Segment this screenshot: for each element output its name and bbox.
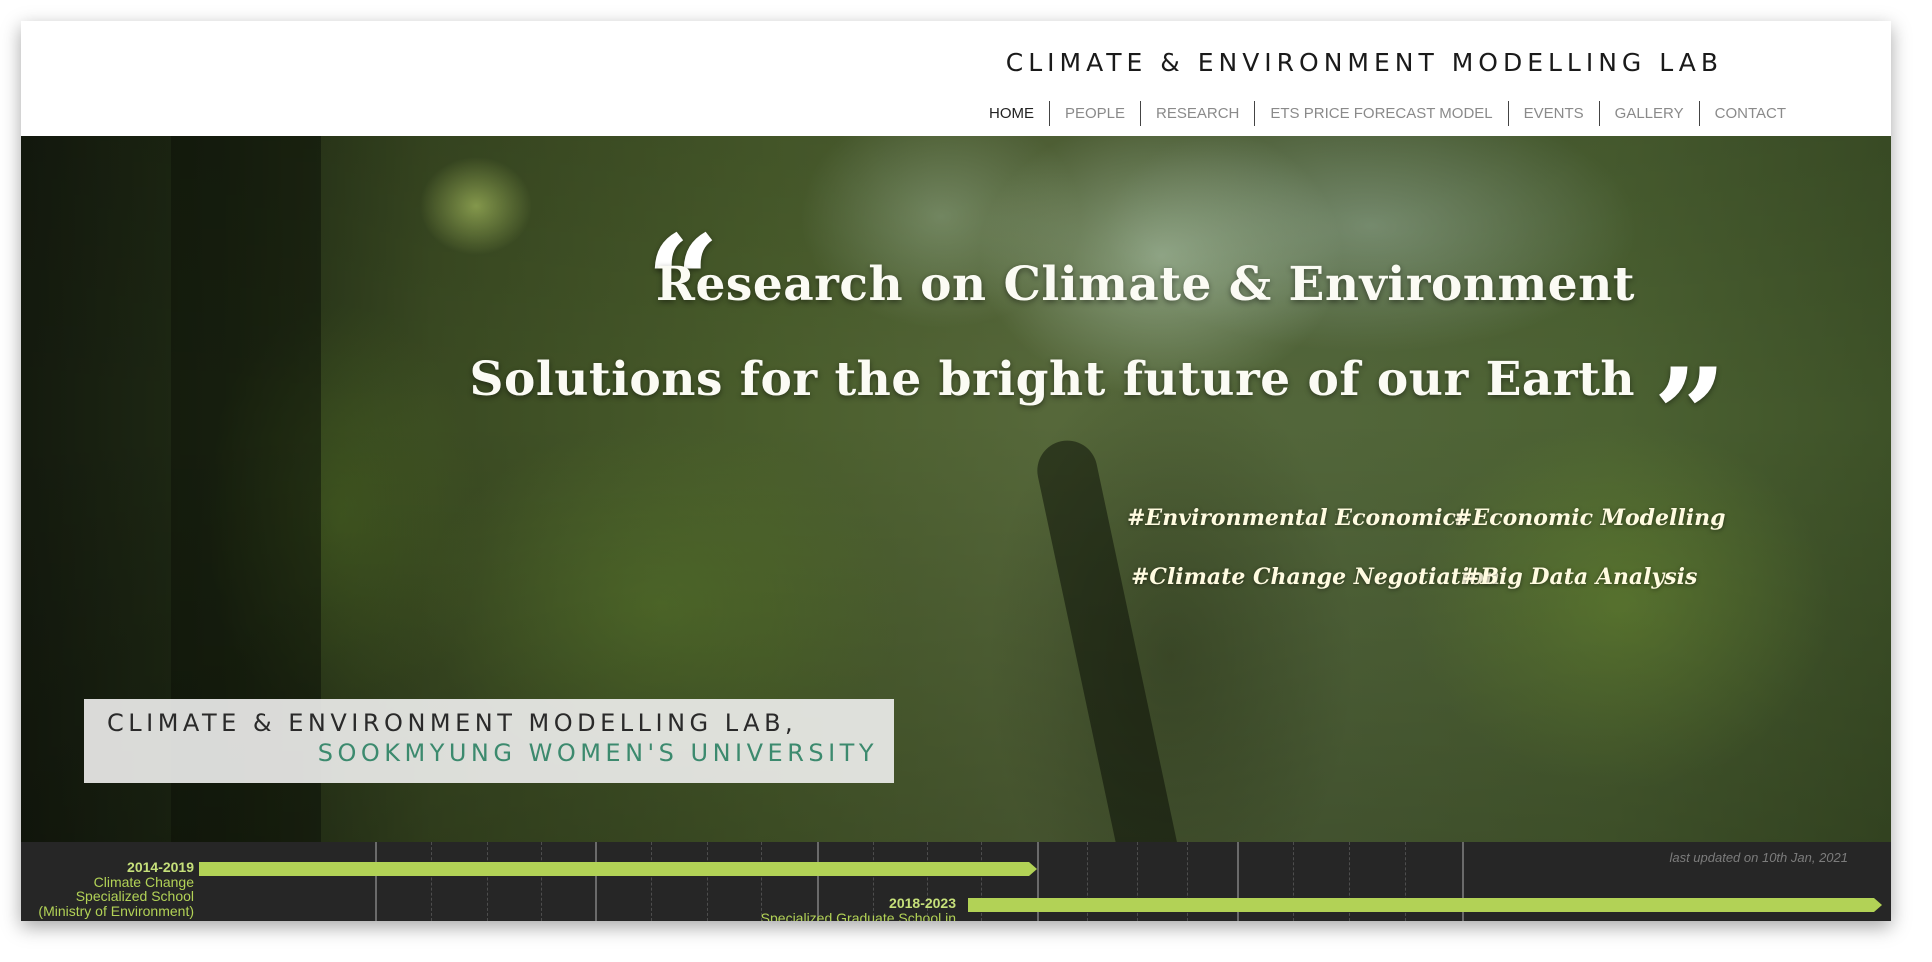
timeline-subgridline: [487, 842, 488, 921]
nav-home[interactable]: HOME: [974, 101, 1049, 126]
hashtag: #Environmental Economics: [1127, 505, 1469, 531]
timeline-bar[interactable]: [968, 898, 1882, 912]
timeline-bar[interactable]: [199, 862, 1037, 876]
site-header: CLIMATE & ENVIRONMENT MODELLING LAB HOME…: [21, 21, 1891, 136]
timeline-years: 2014-2019: [127, 859, 194, 875]
timeline-text: Climate Change: [93, 873, 194, 890]
timeline-subgridline: [541, 842, 542, 921]
nav-contact[interactable]: CONTACT: [1698, 101, 1801, 126]
lab-name-box: CLIMATE & ENVIRONMENT MODELLING LAB, SOO…: [84, 699, 894, 783]
main-nav: HOME PEOPLE RESEARCH ETS PRICE FORECAST …: [974, 101, 1801, 126]
timeline-entry-label: 2014-2019 Climate Change Specialized Sch…: [38, 860, 194, 918]
nav-research[interactable]: RESEARCH: [1140, 101, 1254, 126]
university-name: SOOKMYUNG WOMEN'S UNIVERSITY: [317, 739, 878, 767]
site-title[interactable]: CLIMATE & ENVIRONMENT MODELLING LAB: [1006, 48, 1723, 77]
hero-headline-2: Solutions for the bright future of our E…: [469, 352, 1635, 407]
hashtag: #Economic Modelling: [1454, 505, 1726, 531]
hero-banner: “ Research on Climate & Environment Solu…: [21, 136, 1891, 842]
browser-page: CLIMATE & ENVIRONMENT MODELLING LAB HOME…: [21, 21, 1891, 921]
history-timeline: last updated on 10th Jan, 2021 2014-2019…: [21, 842, 1891, 921]
nav-people[interactable]: PEOPLE: [1049, 101, 1140, 126]
timeline-text: (Ministry of Environment): [38, 902, 194, 919]
hashtag: #Big Data Analysis: [1462, 564, 1698, 590]
nav-events[interactable]: EVENTS: [1507, 101, 1599, 126]
timeline-subgridline: [651, 842, 652, 921]
timeline-entry-label: 2018-2023 Specialized Graduate School in: [761, 896, 956, 921]
lab-name: CLIMATE & ENVIRONMENT MODELLING LAB,: [107, 709, 798, 737]
timeline-subgridline: [707, 842, 708, 921]
nav-ets-price-forecast-model[interactable]: ETS PRICE FORECAST MODEL: [1254, 101, 1507, 126]
timeline-text: Specialized Graduate School in: [760, 909, 956, 921]
timeline-gridline: [595, 842, 597, 921]
timeline-subgridline: [431, 842, 432, 921]
last-updated-note: last updated on 10th Jan, 2021: [1669, 850, 1848, 865]
timeline-text: Specialized School: [75, 888, 194, 904]
hashtag: #Climate Change Negotiation: [1131, 564, 1500, 590]
timeline-gridline: [375, 842, 377, 921]
timeline-years: 2018-2023: [889, 895, 956, 911]
nav-gallery[interactable]: GALLERY: [1598, 101, 1699, 126]
hero-headline-1: Research on Climate & Environment: [655, 257, 1635, 312]
close-quote-icon: ”: [1653, 341, 1727, 491]
